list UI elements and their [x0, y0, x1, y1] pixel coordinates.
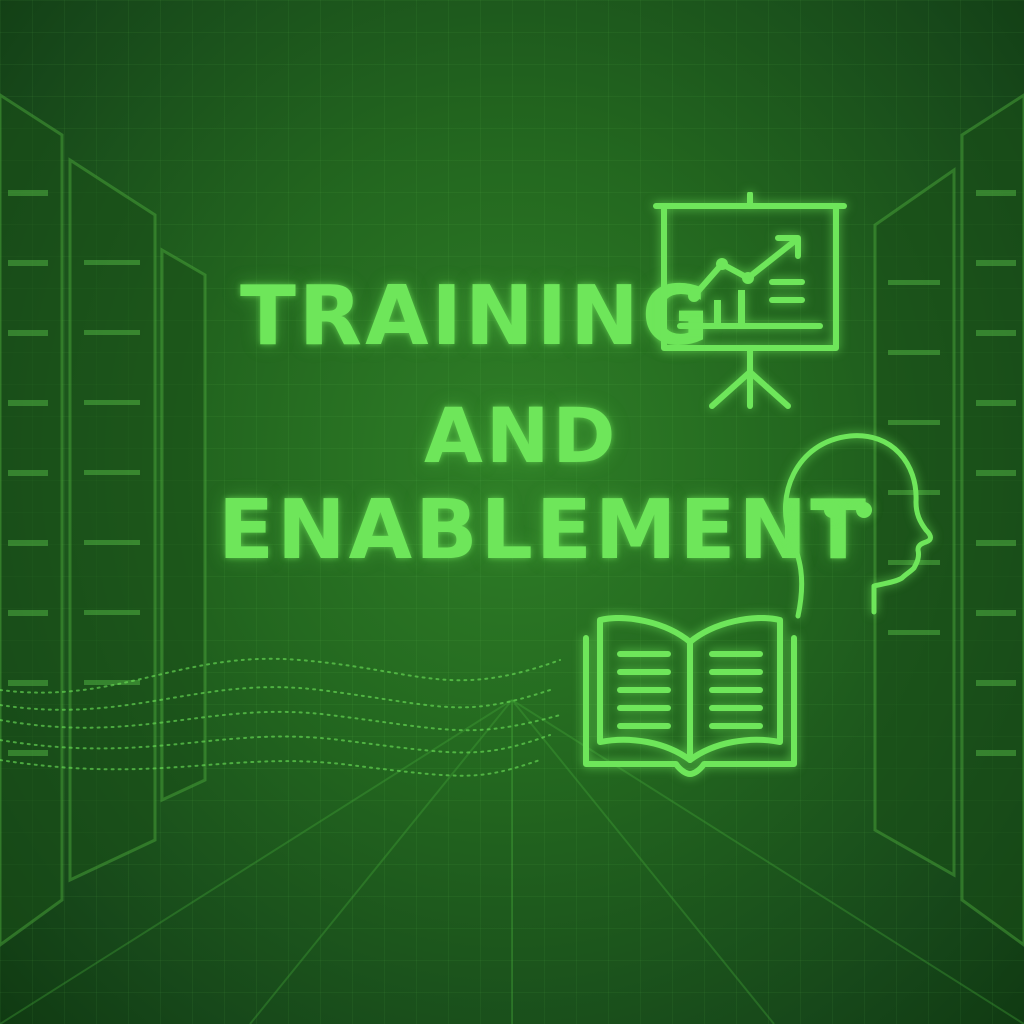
- hero-banner: TRAINING AND ENABLEMENT: [0, 0, 1024, 1024]
- title-line-training: TRAINING: [240, 269, 713, 364]
- title-line-and: AND: [424, 391, 619, 480]
- presentation-board-icon: [653, 192, 847, 409]
- title-line-enablement: ENABLEMENT: [218, 483, 870, 578]
- human-head-icon: [782, 433, 933, 619]
- open-book-icon: [583, 615, 797, 777]
- left-server-racks: [0, 93, 207, 947]
